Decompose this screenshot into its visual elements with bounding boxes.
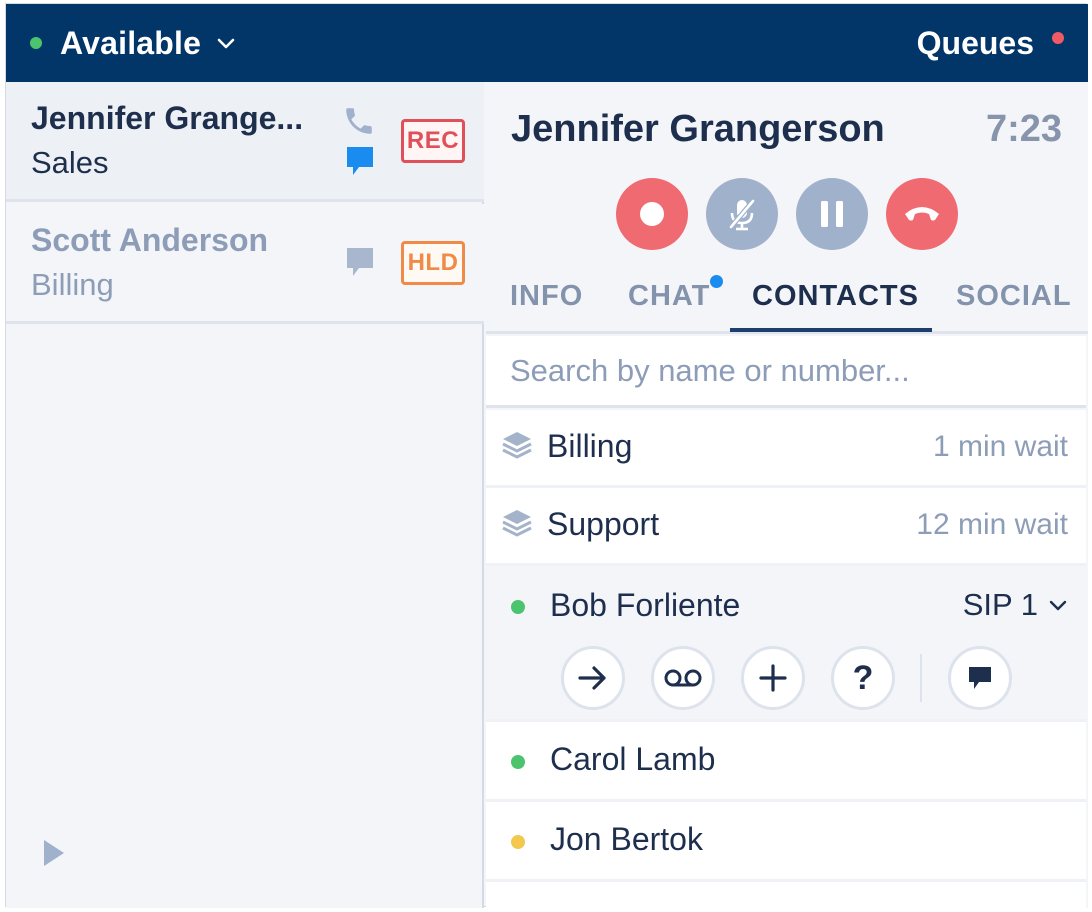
chat-bubble-icon[interactable] — [345, 145, 375, 179]
expand-triangle-icon[interactable] — [42, 838, 66, 868]
top-bar: Available Queues — [6, 4, 1088, 82]
call-timer: 7:23 — [985, 108, 1062, 150]
chat-bubble-icon — [969, 667, 991, 689]
tab-contacts[interactable]: CONTACTS — [752, 280, 919, 313]
call-department: Billing — [31, 267, 114, 302]
pause-icon — [821, 201, 843, 227]
tab-bar: INFO CHAT CONTACTS SOCIAL — [486, 275, 1088, 334]
status-selector[interactable]: Available — [30, 22, 237, 64]
help-button[interactable]: ? — [831, 646, 895, 710]
tab-social[interactable]: SOCIAL — [956, 280, 1072, 313]
contact-row-bob[interactable]: Bob Forliente SIP 1 ? — [486, 566, 1086, 722]
chevron-down-icon — [217, 38, 235, 49]
voicemail-button[interactable] — [651, 646, 715, 710]
queue-name: Support — [547, 506, 660, 542]
chat-bubble-icon[interactable] — [345, 246, 375, 280]
active-call-panel: Jennifer Grangerson 7:23 INFO CHAT CONTA… — [486, 82, 1088, 908]
chat-notification-dot — [710, 275, 723, 288]
presence-dot — [511, 600, 525, 614]
chevron-down-icon — [1049, 600, 1067, 611]
call-department: Sales — [31, 145, 109, 180]
contact-name: Bob Forliente — [550, 587, 741, 623]
queues-button[interactable]: Queues — [917, 22, 1064, 64]
presence-dot — [511, 835, 525, 849]
mute-button[interactable] — [706, 178, 778, 250]
queue-stack-icon — [502, 432, 532, 459]
contact-row-carol[interactable]: Carol Lamb — [486, 722, 1086, 802]
line-selector[interactable]: SIP 1 — [963, 587, 1068, 623]
add-to-call-button[interactable] — [741, 646, 805, 710]
help-question-icon: ? — [852, 659, 874, 697]
queue-wait: 1 min wait — [932, 430, 1068, 463]
call-item-scott[interactable]: Scott Anderson Billing HLD — [6, 204, 484, 324]
queue-row-billing[interactable]: Billing 1 min wait — [486, 410, 1086, 488]
active-tab-indicator — [730, 328, 932, 332]
queue-name: Billing — [547, 428, 633, 464]
record-icon — [640, 202, 664, 226]
caller-name: Jennifer Grangerson — [511, 108, 885, 150]
tab-chat[interactable]: CHAT — [628, 280, 710, 313]
call-list: Jennifer Grange... Sales REC Scott Ander… — [6, 82, 484, 908]
contact-search-input[interactable] — [486, 336, 1086, 408]
hold-button[interactable] — [796, 178, 868, 250]
softphone-app: Available Queues Jennifer Grange... Sale… — [5, 3, 1088, 908]
status-dot — [30, 37, 42, 49]
contact-name: Carol Lamb — [550, 741, 716, 777]
hold-badge: HLD — [401, 241, 465, 285]
line-label: SIP 1 — [962, 587, 1038, 622]
status-label: Available — [60, 24, 202, 61]
queues-alert-dot — [1052, 32, 1064, 44]
tab-info[interactable]: INFO — [510, 280, 583, 313]
chat-button[interactable] — [948, 646, 1012, 710]
record-button[interactable] — [616, 178, 688, 250]
queue-wait: 12 min wait — [916, 508, 1068, 541]
call-item-jennifer[interactable]: Jennifer Grange... Sales REC — [6, 82, 484, 202]
action-divider — [920, 654, 922, 702]
recording-badge: REC — [401, 119, 465, 163]
queue-stack-icon — [502, 510, 532, 537]
call-name: Jennifer Grange... — [31, 100, 304, 136]
queues-label: Queues — [916, 24, 1034, 61]
phone-icon — [346, 108, 372, 134]
hang-up-button[interactable] — [886, 178, 958, 250]
hang-up-icon — [905, 207, 939, 221]
presence-dot — [511, 755, 525, 769]
voicemail-icon — [664, 669, 702, 687]
contact-row-partial — [486, 882, 1086, 908]
call-name: Scott Anderson — [31, 222, 269, 258]
transfer-button[interactable] — [561, 646, 625, 710]
mute-microphone-icon — [729, 199, 755, 231]
queue-row-support[interactable]: Support 12 min wait — [486, 488, 1086, 566]
transfer-arrow-icon — [578, 666, 606, 690]
add-plus-icon — [759, 664, 787, 692]
contact-name: Jon Bertok — [550, 821, 703, 857]
contact-row-jon[interactable]: Jon Bertok — [486, 802, 1086, 882]
